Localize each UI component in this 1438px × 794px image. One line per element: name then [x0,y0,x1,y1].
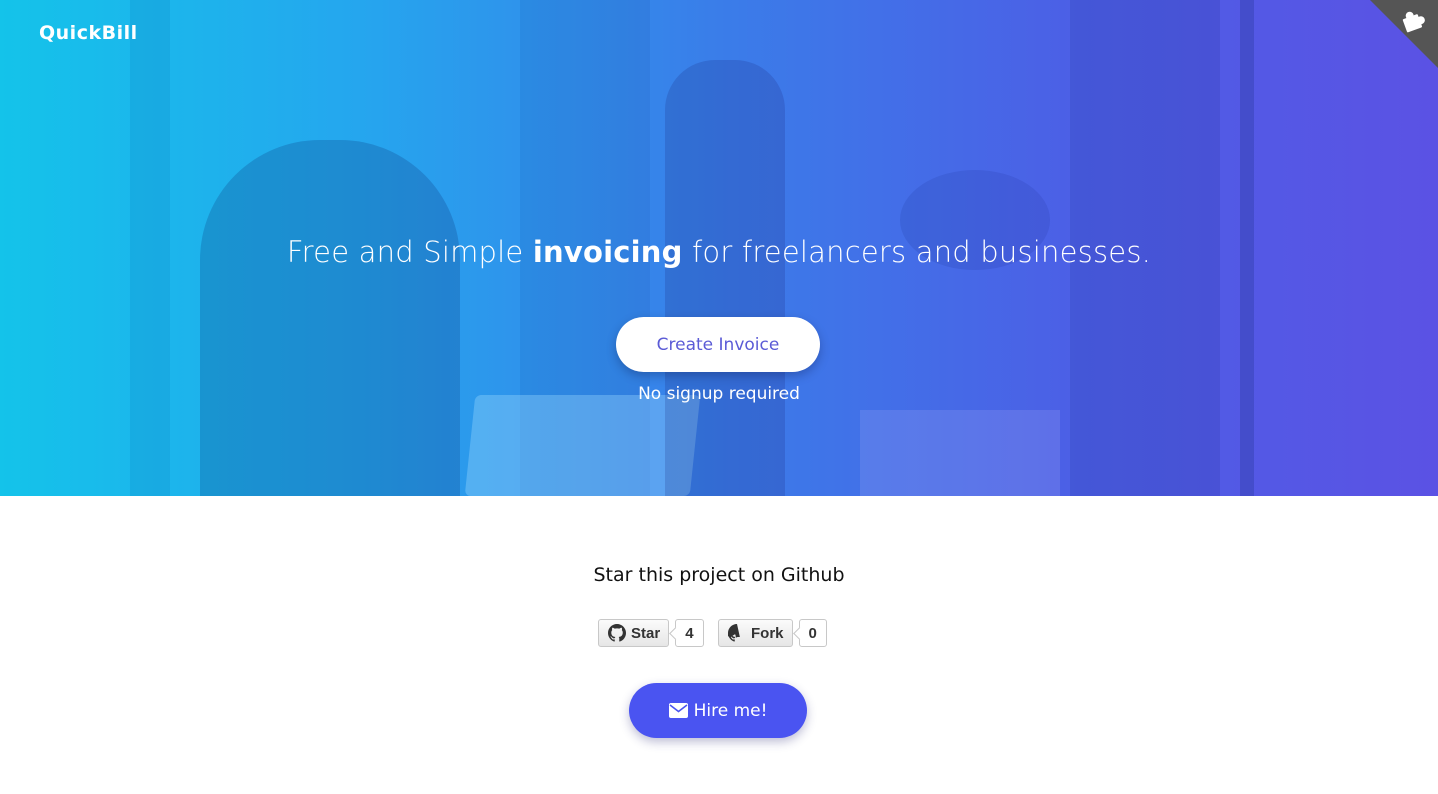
headline-text-end: for freelancers and businesses. [682,235,1152,269]
brand-logo-link[interactable]: QuickBill [39,22,138,44]
github-star-count[interactable]: 4 [675,619,704,647]
headline-emphasis: invoicing [532,235,683,269]
hero-bg-person [200,140,460,496]
github-icon [608,624,626,642]
github-star-label: Star [631,624,661,642]
envelope-icon [668,703,688,718]
github-section-title: Star this project on Github [593,564,845,586]
github-star-widget: Star 4 [598,618,704,648]
hero-bg-person [665,60,785,496]
hire-me-label: Hire me! [693,700,768,721]
github-fork-widget: Fork 0 [718,618,827,648]
github-fork-label: Fork [751,624,784,642]
create-invoice-button[interactable]: Create Invoice [616,317,820,372]
hero-bg-laptop [464,395,701,496]
no-signup-note: No signup required [638,384,800,404]
corner-ribbon[interactable] [1370,0,1438,68]
hero-section: QuickBill Free and Simple invoicing for … [0,0,1438,496]
hero-bg-shape [860,410,1060,496]
github-fork-button[interactable]: Fork [718,619,793,647]
headline-text-start: Free and Simple [286,235,533,269]
github-fork-count[interactable]: 0 [798,619,827,647]
github-star-button[interactable]: Star [598,619,670,647]
hire-me-button[interactable]: Hire me! [629,683,807,738]
hero-headline: Free and Simple invoicing for freelancer… [0,235,1438,269]
puzzle-icon [1370,0,1438,68]
github-icon [728,624,740,642]
